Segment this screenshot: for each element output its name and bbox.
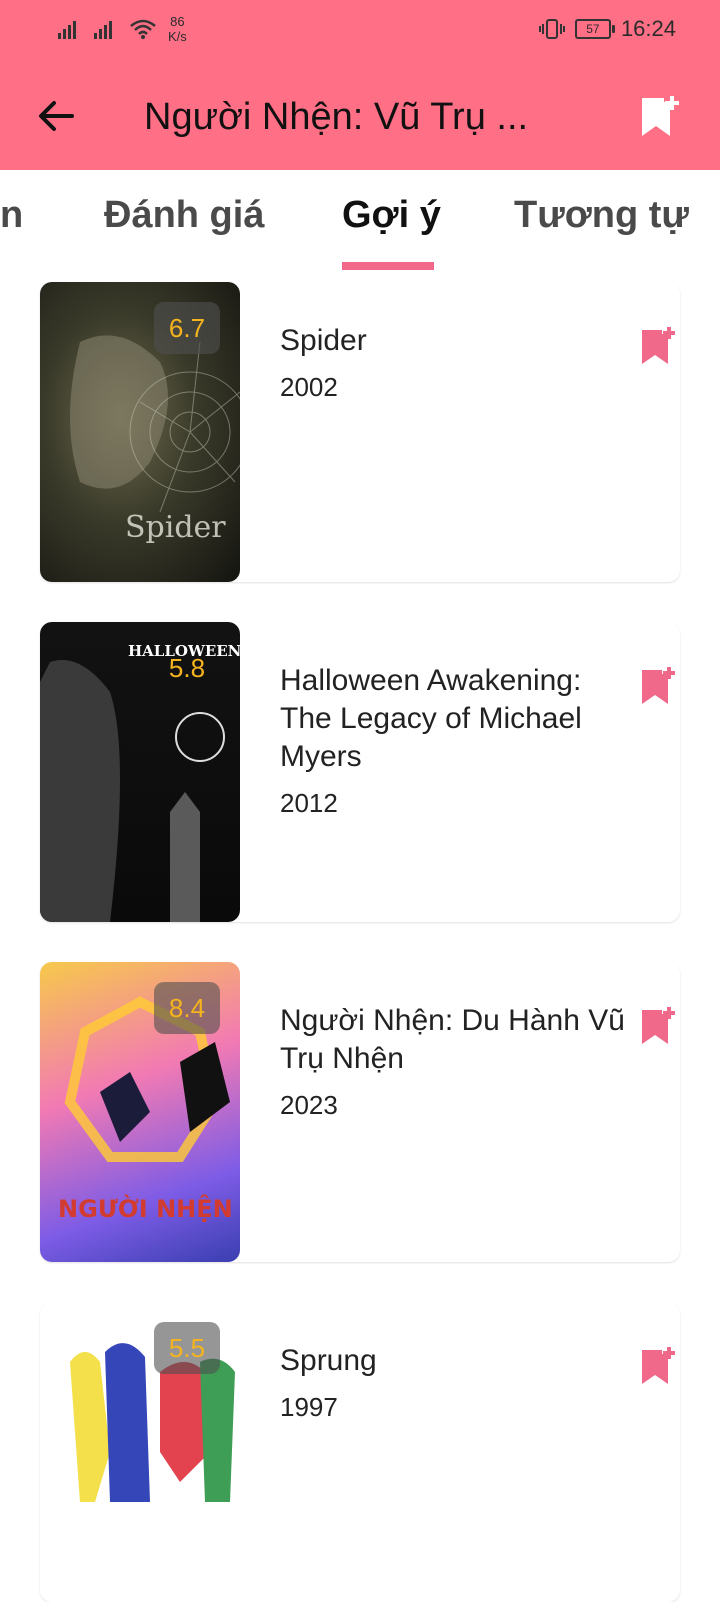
movie-info[interactable]: Halloween Awakening: The Legacy of Micha… [280, 662, 630, 822]
tab-reviews[interactable]: Đánh giá [104, 194, 264, 237]
tab-suggestions[interactable]: Gợi ý [342, 194, 441, 237]
movie-title: Halloween Awakening: The Legacy of Micha… [280, 664, 582, 773]
tab-similar[interactable]: Tương tự [514, 194, 689, 237]
signal-icon [58, 19, 78, 39]
movie-year: 2023 [280, 1090, 338, 1120]
movie-title: Spider [280, 324, 367, 357]
status-left: 86 K/s [58, 14, 187, 44]
movie-card[interactable]: 5.5 Sprung 1997 [40, 1302, 680, 1602]
tab-partial[interactable]: n [0, 194, 23, 237]
movie-poster[interactable]: NGƯỜI NHỆN 8.4 [40, 962, 240, 1262]
net-speed-unit: K/s [168, 29, 187, 44]
bookmark-add-icon[interactable] [636, 94, 680, 140]
movie-title: Người Nhện: Du Hành Vũ Trụ Nhện [280, 1004, 625, 1075]
poster-caption: Spider [125, 510, 226, 545]
bookmark-add-icon[interactable] [640, 1346, 676, 1386]
movie-poster[interactable]: HALLOWEEN AWAKENING 5.8 [40, 622, 240, 922]
signal-icon [94, 19, 114, 39]
status-bar: 86 K/s 57 16:24 [0, 0, 720, 62]
bookmark-add-icon[interactable] [640, 326, 676, 366]
rating-badge: 6.7 [154, 302, 220, 354]
arrow-left-icon[interactable] [32, 92, 80, 140]
movie-info[interactable]: Spider 2002 [280, 322, 630, 406]
movie-year: 2012 [280, 788, 338, 818]
rating-badge: 5.5 [154, 1322, 220, 1374]
rating-badge: 8.4 [154, 982, 220, 1034]
bookmark-add-icon[interactable] [640, 1006, 676, 1046]
net-speed: 86 K/s [168, 14, 187, 44]
tab-indicator [342, 262, 434, 270]
status-right: 57 16:24 [538, 16, 676, 42]
movie-poster[interactable]: Spider 6.7 [40, 282, 240, 582]
movie-card[interactable]: Spider 6.7 Spider 2002 [40, 282, 680, 582]
wifi-icon [130, 19, 156, 39]
movie-year: 2002 [280, 372, 338, 402]
movie-info[interactable]: Sprung 1997 [280, 1342, 630, 1426]
rating-badge: 5.8 [168, 653, 206, 683]
movie-card[interactable]: NGƯỜI NHỆN 8.4 Người Nhện: Du Hành Vũ Tr… [40, 962, 680, 1262]
poster-caption: NGƯỜI NHỆN [58, 1193, 233, 1223]
battery-icon: 57 [574, 19, 615, 39]
movie-year: 1997 [280, 1392, 338, 1422]
net-speed-value: 86 [170, 14, 185, 29]
movie-card[interactable]: HALLOWEEN AWAKENING 5.8 Halloween Awaken… [40, 622, 680, 922]
page-title: Người Nhện: Vũ Trụ ... [144, 96, 529, 138]
app-bar: Người Nhện: Vũ Trụ ... [0, 62, 720, 170]
tab-bar: n Đánh giá Gợi ý Tương tự [0, 170, 720, 272]
movie-info[interactable]: Người Nhện: Du Hành Vũ Trụ Nhện 2023 [280, 1002, 630, 1124]
movie-title: Sprung [280, 1344, 377, 1377]
vibrate-icon [538, 19, 565, 39]
bookmark-add-icon[interactable] [640, 666, 676, 706]
movie-poster[interactable]: 5.5 [40, 1302, 240, 1602]
clock: 16:24 [620, 16, 676, 41]
